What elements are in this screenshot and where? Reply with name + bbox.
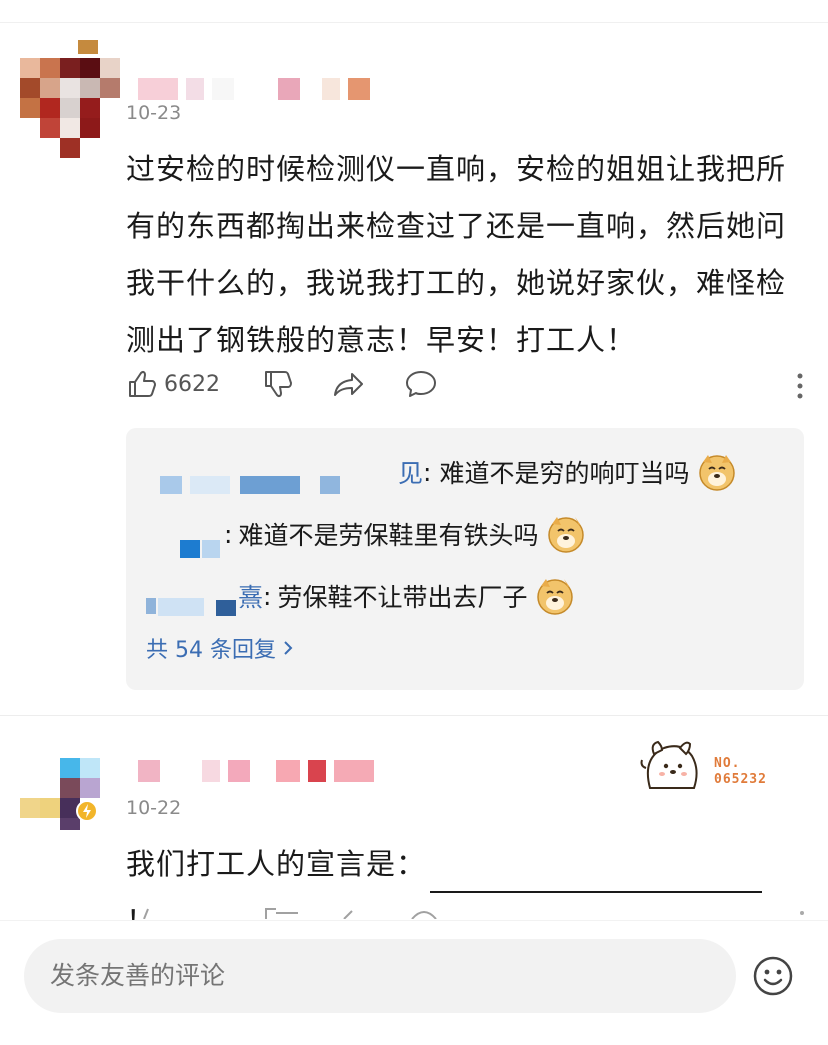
sticker-decoration: NO. 065232 <box>640 738 800 798</box>
doge-emoji <box>537 579 574 615</box>
doge-emoji <box>699 455 736 491</box>
reply-username-tail[interactable]: 熹 <box>238 578 263 614</box>
comment-text: 过安检的时候检测仪一直响，安检的姐姐让我把所 有的东西都掏出来检查过了还是一直响… <box>126 141 796 369</box>
comment-actions: 6622 <box>126 368 806 408</box>
cartoon-dog-icon <box>640 740 698 789</box>
reply-username-blurred[interactable] <box>160 452 398 494</box>
comment-date: 10-23 <box>126 102 182 124</box>
sticker-no-value: 065232 <box>714 772 767 787</box>
like-button[interactable]: 6622 <box>126 368 220 400</box>
thumbs-up-icon <box>129 370 156 397</box>
dislike-button[interactable] <box>262 368 294 400</box>
comment-input[interactable] <box>24 939 736 1013</box>
reply-text: 劳保鞋不让带出去厂子 <box>277 583 528 612</box>
chevron-right-icon <box>284 641 293 655</box>
username-blurred[interactable] <box>138 760 374 782</box>
avatar[interactable] <box>20 758 120 868</box>
like-count: 6622 <box>164 371 220 397</box>
share-arrow-icon <box>343 910 353 919</box>
smiley-icon[interactable] <box>752 955 794 997</box>
thumbs-down-icon <box>265 371 292 398</box>
reply-separator: : <box>263 581 272 611</box>
verified-lightning-icon <box>76 800 98 822</box>
share-arrow-icon <box>334 373 363 396</box>
more-replies-label: 共 54 条回复 <box>146 638 276 663</box>
speech-bubble-icon <box>406 371 436 397</box>
comment-divider <box>0 715 828 716</box>
comment-actions-partial <box>126 905 806 919</box>
reply-separator: : <box>224 519 233 549</box>
replies-panel: 见 : 难道不是穷的响叮当吗 : 难道不是劳保鞋里有铁头吗 熹: 劳保鞋不让带… <box>126 428 804 690</box>
fill-in-blank <box>430 863 763 893</box>
username-blurred[interactable] <box>138 78 370 100</box>
more-vertical-icon <box>800 911 804 915</box>
reply-text: 难道不是劳保鞋里有铁头吗 <box>238 521 539 550</box>
comment-card: 10-23 过安检的时候检测仪一直响，安检的姐姐让我把所 有的东西都掏出来检查过… <box>0 0 828 715</box>
reply-username-blurred[interactable] <box>180 514 224 558</box>
reply-item[interactable]: 见 : 难道不是穷的响叮当吗 <box>160 452 737 494</box>
share-button[interactable] <box>332 368 366 400</box>
avatar[interactable] <box>20 40 120 158</box>
comment-text-line: 有的东西都掏出来检查过了还是一直响，然后她问 <box>126 209 787 243</box>
comment-text-before: 我们打工人的宣言是： <box>126 847 427 881</box>
doge-emoji <box>548 517 585 553</box>
reply-text: 难道不是穷的响叮当吗 <box>439 459 690 488</box>
thumbs-up-icon <box>143 908 149 919</box>
reply-username-tail[interactable]: 见 <box>398 454 423 490</box>
sticker-number: NO. 065232 <box>714 756 767 788</box>
comment-text-line: 过安检的时候检测仪一直响，安检的姐姐让我把所 <box>126 152 787 186</box>
comment-text-line: 我干什么的，我说我打工的，她说好家伙，难怪检 <box>126 266 787 300</box>
view-more-replies-link[interactable]: 共 54 条回复 <box>146 632 294 664</box>
more-vertical-icon[interactable] <box>794 372 806 400</box>
thumbs-down-icon <box>265 908 298 919</box>
speech-bubble-icon <box>411 911 437 919</box>
reply-item[interactable]: : 难道不是劳保鞋里有铁头吗 <box>180 514 586 558</box>
comment-date: 10-22 <box>126 797 182 819</box>
sticker-no-label: NO. <box>714 756 741 771</box>
reply-separator: : <box>423 457 432 487</box>
reply-button[interactable] <box>404 368 438 400</box>
reply-username-blurred[interactable] <box>146 576 238 616</box>
reply-item[interactable]: 熹 : 劳保鞋不让带出去厂子 <box>146 576 575 616</box>
comment-composer <box>0 920 828 1045</box>
comment-text-line: 测出了钢铁般的意志！早安！打工人！ <box>126 323 637 357</box>
